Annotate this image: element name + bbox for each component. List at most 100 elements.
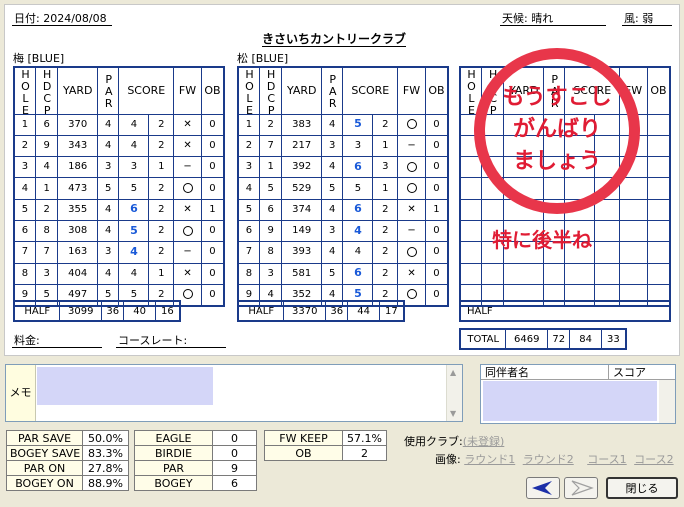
- image-link-round1[interactable]: ラウンド1: [464, 453, 515, 466]
- image-link-course2[interactable]: コース2: [634, 453, 673, 466]
- back-course-label: 松 [BLUE]: [237, 52, 289, 65]
- hole-ob: 0: [200, 283, 225, 307]
- image-links: 画像: ラウンド1 ラウンド2 コース1 コース2: [435, 451, 674, 467]
- half-putt: 17: [378, 300, 405, 322]
- fw-hit-icon: [406, 119, 417, 130]
- stat-label: EAGLE: [134, 430, 213, 446]
- stat-row: EAGLE 0: [134, 430, 257, 446]
- fw-hit-icon: [182, 289, 193, 300]
- half-par: 36: [100, 300, 125, 322]
- total-label: TOTAL: [459, 328, 507, 350]
- hole-row: 7 8 393 4 4 2 0: [237, 241, 449, 264]
- hole-hdcp: 6: [258, 198, 283, 221]
- half-putt: 16: [154, 300, 181, 322]
- stat-row: PAR SAVE 50.0%: [6, 430, 129, 446]
- companions-scrollbar[interactable]: [659, 380, 675, 423]
- col-fw: FW: [397, 66, 426, 115]
- hole-row: 2 9 343 4 4 2 ✕ 0: [13, 134, 225, 158]
- stat-label: FW KEEP: [264, 430, 343, 446]
- hole-number: 1: [237, 113, 260, 136]
- hole-putt: 2: [372, 198, 399, 221]
- memo-box: メモ ▲ ▼: [5, 364, 463, 422]
- half-label: HALF: [459, 300, 671, 322]
- hole-hdcp: 8: [34, 219, 59, 243]
- hole-par: 4: [97, 219, 120, 243]
- hole-yard: 149: [281, 219, 323, 243]
- hole-par: 4: [321, 156, 344, 179]
- half-score: 44: [347, 300, 380, 322]
- memo-textarea[interactable]: [37, 367, 213, 405]
- hole-row: 5 2 355 4 6 2 ✕ 1: [13, 198, 225, 221]
- hole-hdcp: 5: [258, 177, 283, 200]
- memo-scrollbar[interactable]: ▲ ▼: [446, 365, 462, 421]
- front-nine-table: HOLE HDCP YARD PAR SCORE FW OB 1 6 370 4 4 2 ✕…: [13, 66, 225, 307]
- course-name: きさいちカントリークラブ: [262, 32, 407, 47]
- hole-number: 2: [13, 134, 36, 158]
- hole-ob: 0: [424, 177, 449, 200]
- stat-value: 57.1%: [342, 430, 387, 446]
- scroll-up-icon[interactable]: ▲: [450, 368, 456, 377]
- col-hdcp: HDCP: [34, 66, 59, 115]
- hole-ob: 0: [200, 156, 225, 179]
- encouragement-stamp: もうすこし がんばり ましょう: [474, 48, 640, 214]
- hole-fw: −: [173, 241, 202, 264]
- companion-name-column[interactable]: 同伴者名: [481, 365, 609, 380]
- hole-number: 3: [13, 156, 36, 179]
- scroll-down-icon[interactable]: ▼: [450, 409, 456, 418]
- fw-miss-icon: ✕: [183, 139, 192, 151]
- hole-yard: 217: [281, 134, 323, 158]
- stat-label: PAR: [134, 460, 213, 476]
- next-button[interactable]: [564, 477, 598, 499]
- stat-value: 50.0%: [82, 430, 129, 446]
- companion-score-column[interactable]: スコア: [609, 365, 659, 380]
- hole-number: 6: [237, 219, 260, 243]
- half-yard: 3099: [59, 300, 102, 322]
- fw-hit-icon: [406, 289, 417, 300]
- club-link[interactable]: (未登録): [463, 435, 505, 448]
- image-link-course1[interactable]: コース1: [587, 453, 626, 466]
- image-link-round2[interactable]: ラウンド2: [523, 453, 574, 466]
- hole-row: 3 4 186 3 3 1−0: [13, 156, 225, 179]
- companions-rows[interactable]: [483, 381, 657, 421]
- hole-hdcp: 4: [34, 156, 59, 179]
- hole-ob: 0: [200, 241, 225, 264]
- col-yard: YARD: [281, 66, 323, 115]
- stat-value: 0: [212, 445, 257, 461]
- close-button[interactable]: 閉じる: [606, 477, 678, 499]
- empty-hole-row: [459, 262, 671, 285]
- fw-miss-icon: ✕: [407, 267, 416, 279]
- hole-ob: 0: [200, 177, 225, 200]
- hole-fw: ✕: [173, 134, 202, 158]
- hole-putt: 2: [148, 113, 175, 136]
- hole-ob: 0: [200, 134, 225, 158]
- hole-score: 6: [342, 198, 374, 221]
- hole-putt: 3: [372, 156, 399, 179]
- hole-score: 3: [342, 134, 374, 158]
- fw-na-icon: −: [183, 246, 192, 258]
- hole-yard: 163: [57, 241, 99, 264]
- hole-score: 5: [118, 219, 150, 243]
- hole-yard: 355: [57, 198, 99, 221]
- hole-hdcp: 2: [34, 198, 59, 221]
- prev-button[interactable]: [526, 477, 560, 499]
- hole-par: 5: [321, 177, 344, 200]
- fw-hit-icon: [182, 183, 193, 194]
- back-nine-table: HOLE HDCP YARD PAR SCORE FW OB 1 2 383 4 5 2 0…: [237, 66, 449, 307]
- hole-ob: 0: [424, 156, 449, 179]
- hole-ob: 0: [424, 219, 449, 243]
- half-label: HALF: [237, 300, 285, 322]
- stat-label: PAR SAVE: [6, 430, 83, 446]
- left-arrow-icon: [532, 481, 552, 495]
- hole-par: 5: [97, 177, 120, 200]
- hole-par: 4: [97, 113, 120, 136]
- hole-number: 1: [13, 113, 36, 136]
- hole-par: 3: [97, 241, 120, 264]
- front-half-row: HALF 3099 36 40 16: [13, 300, 181, 322]
- hole-ob: 0: [200, 219, 225, 243]
- hole-hdcp: 2: [258, 113, 283, 136]
- hole-fw: −: [397, 219, 426, 243]
- col-fw: FW: [173, 66, 202, 115]
- front-course-label: 梅 [BLUE]: [13, 52, 65, 65]
- stat-value: 0: [212, 430, 257, 446]
- hole-row: 2 7 217 3 3 1−0: [237, 134, 449, 158]
